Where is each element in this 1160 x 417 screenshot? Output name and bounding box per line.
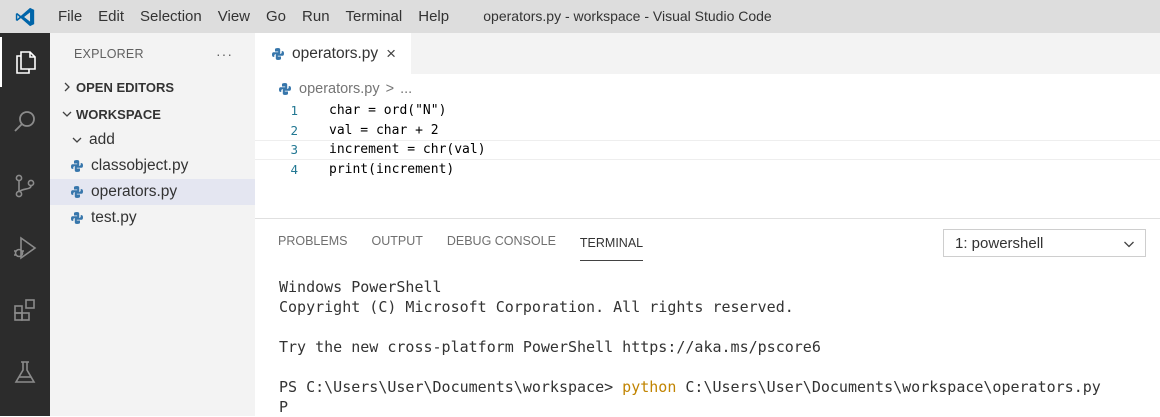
python-file-icon bbox=[70, 211, 84, 225]
explorer-sidebar: EXPLORER ··· OPEN EDITORS WORKSPACE add … bbox=[50, 33, 255, 416]
more-actions-icon[interactable]: ··· bbox=[216, 46, 233, 62]
tab-debug-console[interactable]: DEBUG CONSOLE bbox=[447, 219, 556, 263]
title-bar: File Edit Selection View Go Run Terminal… bbox=[0, 0, 1160, 33]
code-text: print(increment) bbox=[329, 161, 455, 177]
menu-selection[interactable]: Selection bbox=[132, 0, 210, 33]
tree-item-label: test.py bbox=[91, 209, 137, 226]
code-editor[interactable]: 1 char = ord("N") 2 val = char + 2 3 inc… bbox=[255, 101, 1160, 179]
code-line: 1 char = ord("N") bbox=[255, 101, 1160, 121]
open-editors-section[interactable]: OPEN EDITORS bbox=[50, 74, 255, 100]
panel-tabs: PROBLEMS OUTPUT DEBUG CONSOLE TERMINAL bbox=[278, 219, 667, 263]
run-debug-icon[interactable] bbox=[0, 223, 50, 273]
tree-file-operators[interactable]: operators.py bbox=[50, 179, 255, 205]
tree-file-classobject[interactable]: classobject.py bbox=[50, 153, 255, 179]
tab-terminal[interactable]: TERMINAL bbox=[579, 221, 644, 261]
menu-bar: File Edit Selection View Go Run Terminal… bbox=[50, 0, 457, 33]
terminal-line: Copyright (C) Microsoft Corporation. All… bbox=[279, 298, 794, 316]
tree-folder-add[interactable]: add bbox=[50, 127, 255, 153]
extensions-icon[interactable] bbox=[0, 285, 50, 335]
terminal-shell-select[interactable]: 1: powershell bbox=[943, 229, 1146, 257]
code-text: val = char + 2 bbox=[329, 122, 439, 138]
menu-go[interactable]: Go bbox=[258, 0, 294, 33]
menu-terminal[interactable]: Terminal bbox=[338, 0, 411, 33]
terminal-prompt: PS C:\Users\User\Documents\workspace> bbox=[279, 378, 623, 396]
terminal-line: Windows PowerShell bbox=[279, 278, 442, 296]
vscode-logo-icon bbox=[0, 0, 50, 33]
close-icon[interactable]: × bbox=[386, 44, 396, 64]
tab-operators-py[interactable]: operators.py × bbox=[255, 33, 411, 74]
chevron-down-icon bbox=[70, 135, 84, 145]
source-control-icon[interactable] bbox=[0, 161, 50, 211]
tab-label: operators.py bbox=[292, 44, 379, 62]
explorer-title: EXPLORER bbox=[74, 46, 144, 61]
python-file-icon bbox=[70, 159, 84, 173]
terminal-command-line: PS C:\Users\User\Documents\workspace> py… bbox=[279, 377, 1101, 397]
python-file-icon bbox=[278, 82, 292, 96]
shell-select-value: 1: powershell bbox=[955, 234, 1044, 252]
files-icon[interactable] bbox=[0, 37, 50, 87]
tab-problems[interactable]: PROBLEMS bbox=[278, 219, 347, 263]
terminal-command: python bbox=[622, 378, 677, 396]
code-line-current: 3 increment = chr(val) bbox=[255, 140, 1160, 160]
open-editors-label: OPEN EDITORS bbox=[76, 79, 175, 95]
terminal-line: Try the new cross-platform PowerShell ht… bbox=[279, 338, 821, 356]
terminal-output-line: P bbox=[279, 398, 289, 416]
menu-run[interactable]: Run bbox=[294, 0, 338, 33]
terminal-args: C:\Users\User\Documents\workspace\operat… bbox=[676, 378, 1101, 396]
menu-file[interactable]: File bbox=[50, 0, 90, 33]
menu-help[interactable]: Help bbox=[410, 0, 457, 33]
tree-item-label: add bbox=[89, 131, 115, 148]
testing-icon[interactable] bbox=[0, 347, 50, 397]
tree-item-label: operators.py bbox=[91, 183, 178, 200]
menu-edit[interactable]: Edit bbox=[90, 0, 132, 33]
chevron-down-icon bbox=[60, 109, 74, 119]
breadcrumb-symbols[interactable]: ... bbox=[400, 81, 412, 97]
search-icon[interactable] bbox=[0, 97, 50, 147]
chevron-down-icon bbox=[1123, 237, 1135, 254]
python-file-icon bbox=[70, 185, 84, 199]
chevron-right-icon bbox=[60, 82, 74, 92]
breadcrumb: operators.py > ... bbox=[278, 78, 412, 100]
tree-file-test[interactable]: test.py bbox=[50, 205, 255, 231]
breadcrumb-separator: > bbox=[385, 81, 395, 97]
code-line: 2 val = char + 2 bbox=[255, 121, 1160, 141]
workspace-section[interactable]: WORKSPACE bbox=[50, 101, 255, 127]
terminal-output[interactable]: Windows PowerShell Copyright (C) Microso… bbox=[279, 277, 1101, 417]
menu-view[interactable]: View bbox=[210, 0, 258, 33]
breadcrumb-file[interactable]: operators.py bbox=[299, 81, 380, 97]
code-text: increment = chr(val) bbox=[329, 142, 486, 158]
activity-bar bbox=[0, 33, 50, 416]
workspace-label: WORKSPACE bbox=[76, 106, 161, 122]
editor-tabs: operators.py × bbox=[255, 33, 1160, 74]
python-file-icon bbox=[271, 47, 285, 61]
explorer-header: EXPLORER ··· bbox=[50, 33, 255, 74]
line-number: 1 bbox=[290, 103, 298, 119]
tab-output[interactable]: OUTPUT bbox=[371, 219, 422, 263]
code-text: char = ord("N") bbox=[329, 103, 447, 119]
line-number: 4 bbox=[290, 161, 298, 177]
line-number: 2 bbox=[290, 122, 298, 138]
tree-item-label: classobject.py bbox=[91, 157, 189, 174]
code-line: 4 print(increment) bbox=[255, 160, 1160, 180]
line-number: 3 bbox=[290, 142, 298, 158]
bottom-panel: PROBLEMS OUTPUT DEBUG CONSOLE TERMINAL 1… bbox=[255, 218, 1160, 417]
